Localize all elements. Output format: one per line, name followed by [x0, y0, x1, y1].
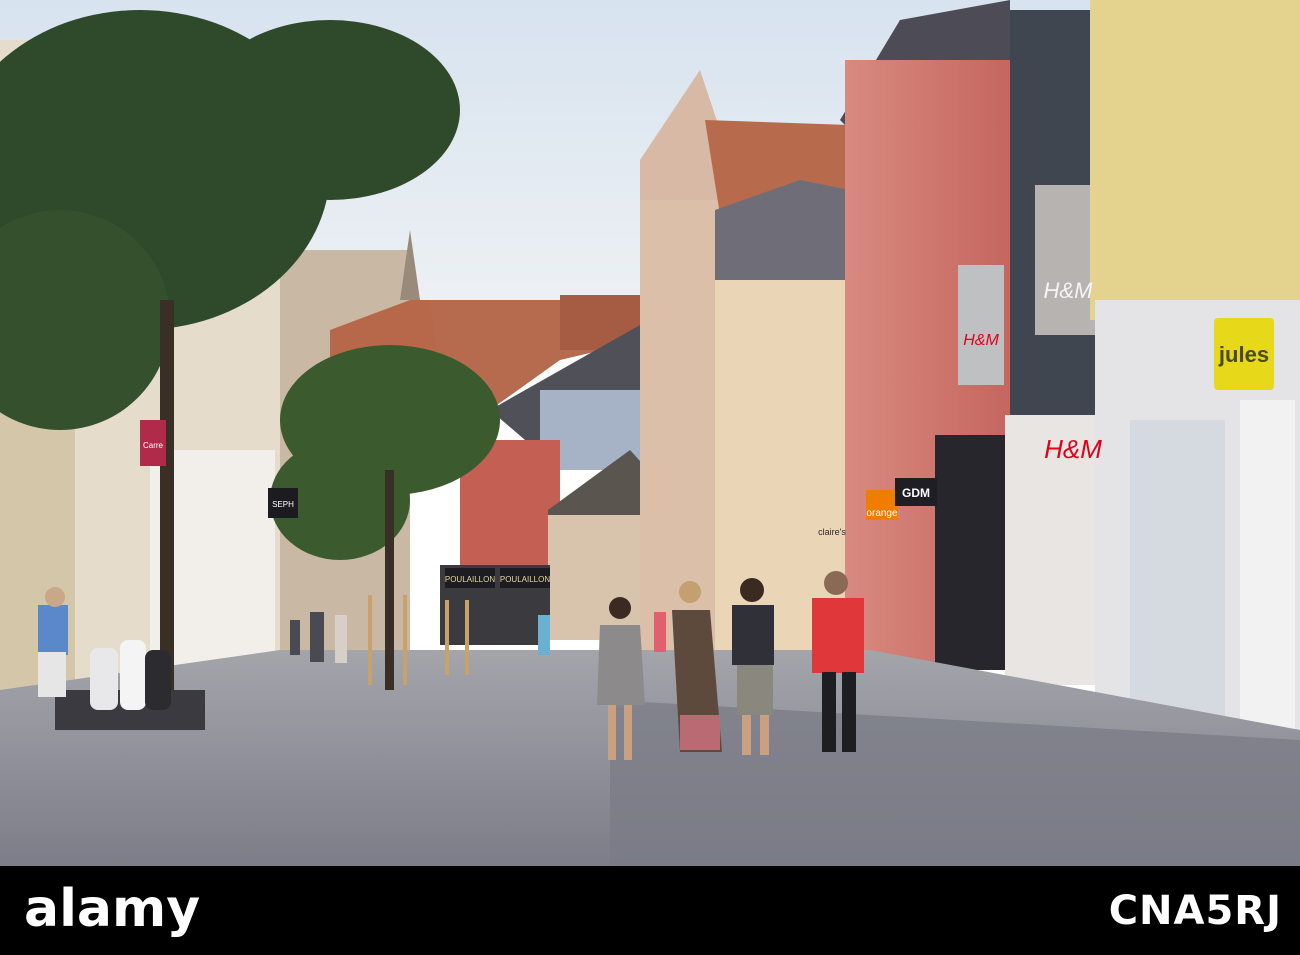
left-tree-trunk: [160, 300, 174, 690]
hm-lower-sign: H&M: [1044, 434, 1102, 464]
alamy-logo: alamy: [24, 880, 200, 939]
hm-flag-sign: H&M: [958, 265, 1004, 385]
poulaillon-sign-right: POULAILLON: [500, 568, 550, 588]
gdm-sign: GDM: [895, 478, 937, 506]
carrefour-sign: Carre: [140, 420, 166, 466]
right-building: [1090, 0, 1300, 320]
svg-text:H&M: H&M: [1044, 434, 1102, 464]
poulaillon-sign-left: POULAILLON: [445, 568, 495, 588]
hm-flag-panel: [1035, 185, 1095, 335]
jules-sign: jules: [1214, 318, 1274, 390]
svg-text:claire's: claire's: [818, 527, 846, 537]
svg-text:POULAILLON: POULAILLON: [445, 575, 495, 584]
seated-people: [90, 640, 171, 710]
svg-text:SEPH: SEPH: [272, 500, 294, 509]
svg-text:Carre: Carre: [143, 441, 164, 450]
claires-sign: claire's: [818, 527, 846, 537]
half-timber-house: [548, 515, 648, 640]
sephora-sign: SEPH: [268, 488, 298, 518]
jules-pillar: [1240, 400, 1295, 745]
svg-text:jules: jules: [1218, 342, 1269, 367]
hm-storefront-dark: [935, 435, 1010, 670]
orange-sign: orange: [866, 490, 898, 520]
svg-text:H&M: H&M: [1044, 278, 1094, 303]
hm-upper-sign: H&M: [1044, 278, 1094, 303]
street-photo: H&M H&M H&M jules orange GDM claire's PO…: [0, 0, 1300, 866]
center-tree-trunk: [385, 470, 394, 690]
svg-text:orange: orange: [866, 508, 898, 519]
svg-text:alamy: alamy: [24, 880, 200, 939]
svg-text:H&M: H&M: [963, 332, 999, 349]
svg-text:POULAILLON: POULAILLON: [500, 575, 550, 584]
svg-text:GDM: GDM: [902, 486, 930, 500]
watermark-bar: alamy CNA5RJ: [0, 866, 1300, 955]
jules-window: [1130, 420, 1225, 720]
image-code: CNA5RJ: [1108, 888, 1282, 934]
